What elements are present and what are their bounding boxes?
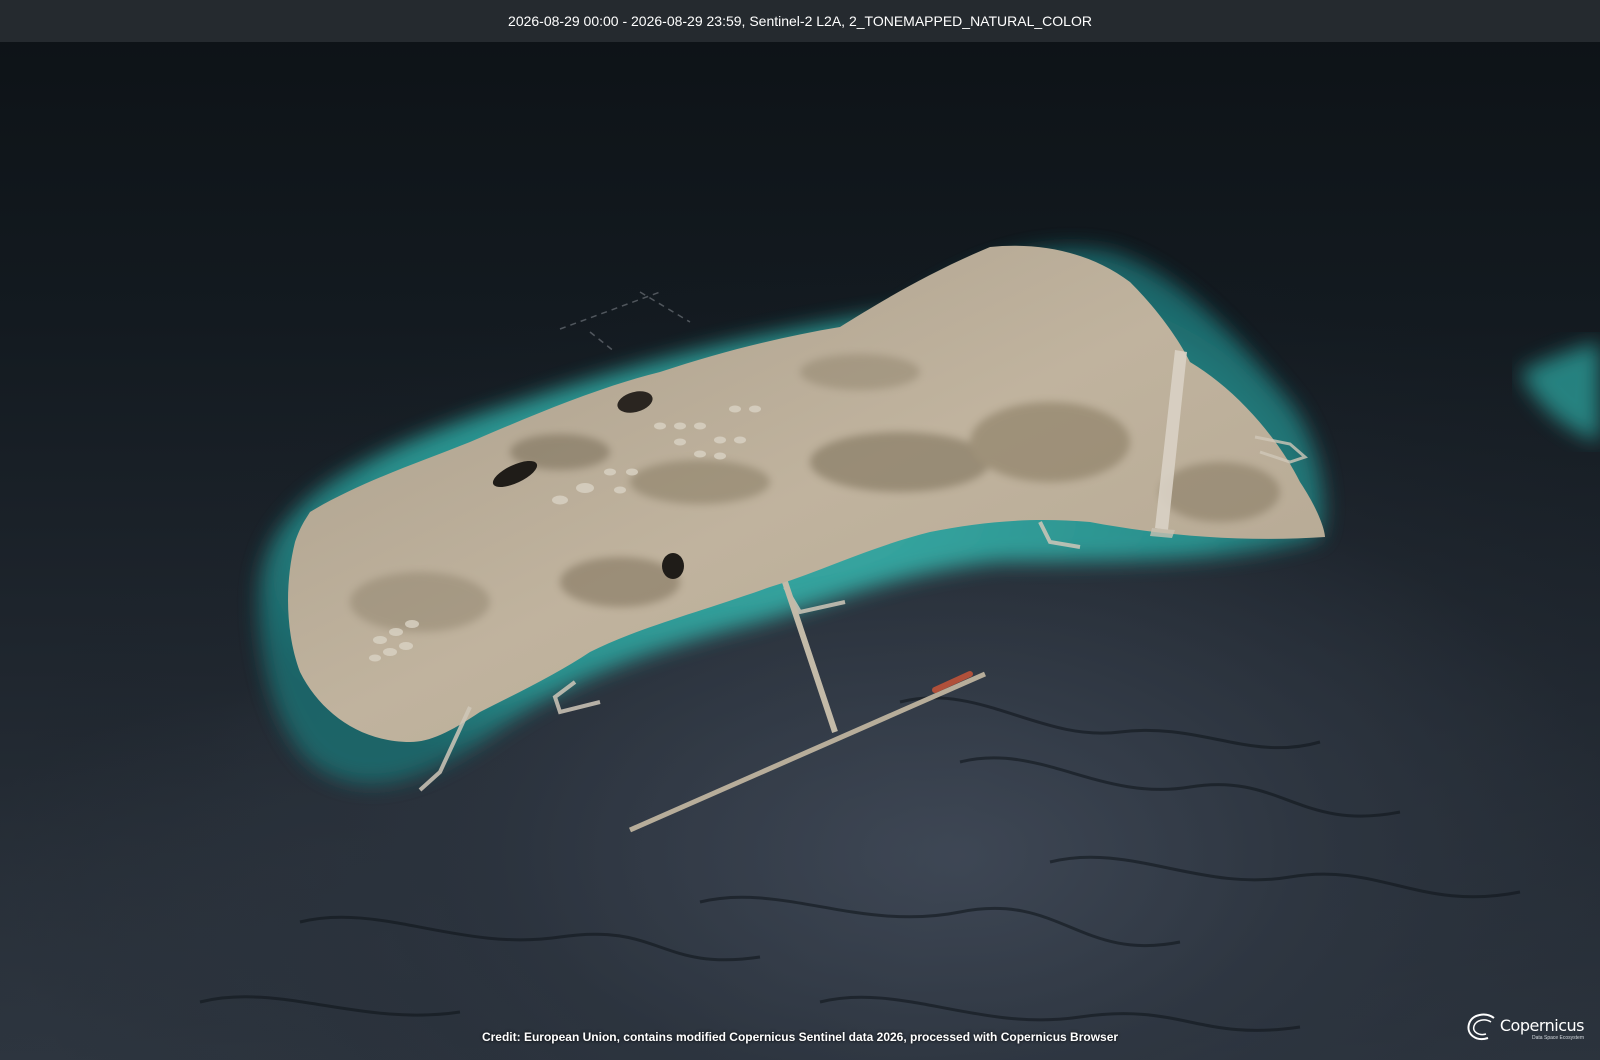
image-info-bar: 2026-08-29 00:00 - 2026-08-29 23:59, Sen… (0, 0, 1600, 42)
image-credit: Credit: European Union, contains modifie… (481, 1030, 1119, 1044)
image-info-text: 2026-08-29 00:00 - 2026-08-29 23:59, Sen… (508, 13, 1092, 29)
copernicus-logo[interactable]: Copernicus Data Space Ecosystem (1464, 1010, 1585, 1044)
map-viewer[interactable]: 2026-08-29 00:00 - 2026-08-29 23:59, Sen… (0, 0, 1600, 1060)
copernicus-swoosh-icon (1467, 1013, 1495, 1040)
satellite-scene[interactable] (0, 42, 1600, 1060)
logo-wordmark: Copernicus (1499, 1016, 1585, 1035)
pond-central (662, 553, 684, 579)
logo-subtitle: Data Space Ecosystem (1532, 1035, 1584, 1041)
